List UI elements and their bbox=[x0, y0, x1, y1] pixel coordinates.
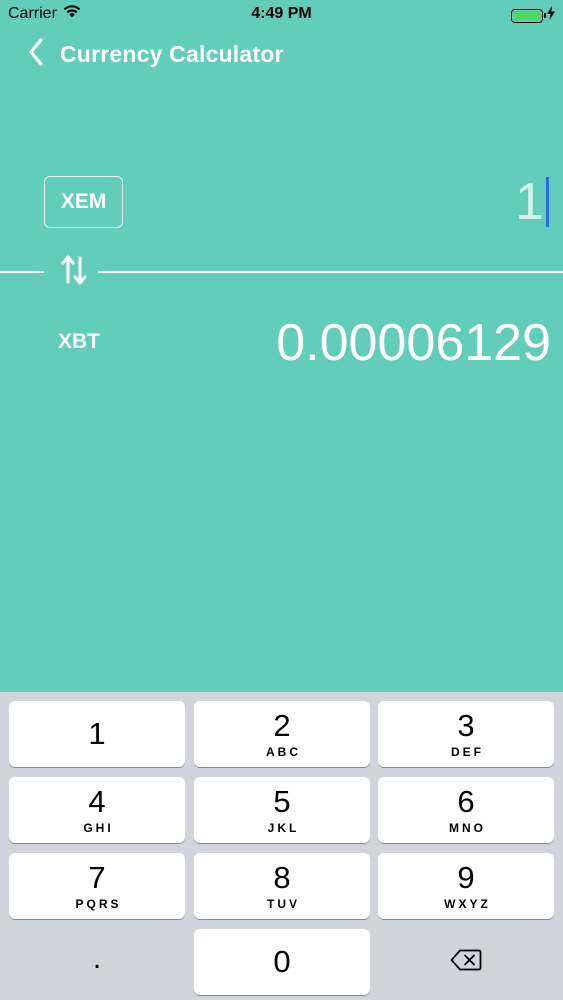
key-number: 7 bbox=[88, 859, 106, 895]
amount-value: 1 bbox=[515, 173, 544, 231]
key-letters: DEF bbox=[451, 744, 484, 759]
backspace-icon bbox=[450, 949, 482, 976]
key-letters: JKL bbox=[267, 820, 300, 835]
key-decimal[interactable]: . bbox=[9, 929, 185, 995]
back-button[interactable] bbox=[22, 37, 50, 71]
converted-value: 0.00006129 bbox=[276, 314, 551, 372]
key-letters: WXYZ bbox=[444, 896, 491, 911]
status-bar: Carrier 4:49 PM bbox=[0, 0, 563, 30]
swap-button[interactable] bbox=[56, 252, 92, 292]
key-letters: MNO bbox=[449, 820, 486, 835]
key-5[interactable]: 5 JKL bbox=[194, 777, 370, 843]
divider-left bbox=[0, 271, 44, 273]
battery-fill bbox=[513, 11, 541, 20]
key-9[interactable]: 9 WXYZ bbox=[378, 853, 554, 919]
amount-input[interactable]: 1 bbox=[515, 166, 549, 238]
key-number: 9 bbox=[457, 859, 475, 895]
to-currency-label[interactable]: XBT bbox=[58, 330, 100, 354]
key-4[interactable]: 4 GHI bbox=[9, 777, 185, 843]
key-2[interactable]: 2 ABC bbox=[194, 701, 370, 767]
charging-bolt-icon bbox=[547, 6, 555, 25]
key-letters: TUV bbox=[267, 896, 300, 911]
key-letters: ABC bbox=[266, 744, 301, 759]
chevron-left-icon bbox=[28, 37, 44, 71]
key-number: 8 bbox=[273, 859, 291, 895]
key-number: 4 bbox=[88, 783, 106, 819]
key-3[interactable]: 3 DEF bbox=[378, 701, 554, 767]
page-title: Currency Calculator bbox=[60, 41, 284, 67]
number-keypad: 1 2 ABC 3 DEF 4 GHI 5 JKL 6 MNO 7 PQRS 8… bbox=[0, 692, 563, 1000]
key-number: 1 bbox=[88, 716, 106, 751]
key-6[interactable]: 6 MNO bbox=[378, 777, 554, 843]
key-letters: GHI bbox=[83, 820, 114, 835]
delete-key[interactable] bbox=[378, 929, 554, 995]
status-time: 4:49 PM bbox=[251, 5, 312, 22]
key-7[interactable]: 7 PQRS bbox=[9, 853, 185, 919]
key-0[interactable]: 0 bbox=[194, 929, 370, 995]
key-number: 0 bbox=[273, 944, 291, 979]
key-number: 2 bbox=[273, 707, 291, 743]
key-1[interactable]: 1 bbox=[9, 701, 185, 767]
swap-arrows-icon bbox=[60, 252, 88, 293]
key-8[interactable]: 8 TUV bbox=[194, 853, 370, 919]
from-currency-button[interactable]: XEM bbox=[44, 176, 123, 228]
key-number: 6 bbox=[457, 783, 475, 819]
battery-icon bbox=[511, 8, 546, 23]
key-number: 3 bbox=[457, 707, 475, 743]
key-letters: PQRS bbox=[75, 896, 122, 911]
battery-nub bbox=[544, 12, 546, 18]
text-caret bbox=[546, 177, 549, 227]
divider-right bbox=[98, 271, 563, 273]
key-number: 5 bbox=[273, 783, 291, 819]
status-right bbox=[511, 6, 555, 25]
navigation-bar: Currency Calculator bbox=[0, 30, 563, 78]
decimal-label: . bbox=[92, 942, 102, 975]
